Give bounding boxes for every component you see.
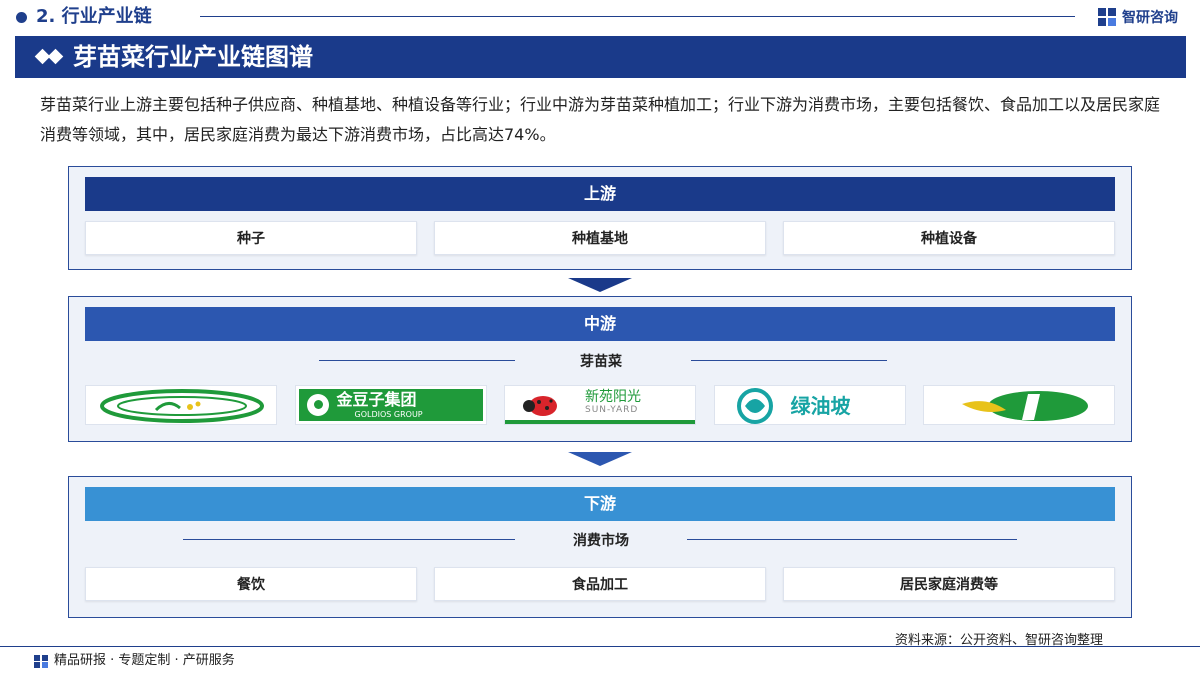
company-logos: 金豆子集团 GOLDIOS GROUP 新苑阳光 SUN-YARD 绿油坡: [85, 385, 1115, 425]
midstream-section: 中游 芽苗菜 金豆子集团 GOLDIOS GROUP 新苑阳光 SUN-YARD…: [68, 296, 1132, 442]
footer-divider: [0, 646, 1200, 647]
downstream-items: 餐饮 食品加工 居民家庭消费等: [85, 567, 1115, 601]
upstream-item: 种子: [85, 221, 417, 255]
upstream-title: 上游: [85, 177, 1115, 211]
section-title: 2. 行业产业链: [36, 6, 152, 27]
description-text: 芽苗菜行业上游主要包括种子供应商、种植基地、种植设备等行业；行业中游为芽苗菜种植…: [40, 95, 1161, 144]
diamond-icon: [34, 48, 65, 65]
subtitle-divider-left: [319, 360, 515, 361]
downstream-item: 居民家庭消费等: [783, 567, 1115, 601]
goldios-subtext: GOLDIOS GROUP: [354, 410, 423, 419]
down-arrow-icon: [568, 278, 632, 292]
brand-name: 智研咨询: [1122, 10, 1178, 26]
header-divider: [200, 16, 1075, 17]
goldios-name: 金豆子集团: [336, 390, 417, 409]
footer-text: 精品研报 · 专题定制 · 产研服务: [54, 653, 235, 668]
subtitle-divider-right: [687, 539, 1017, 540]
sun-yard-subtext: SUN-YARD: [585, 405, 639, 415]
sun-yard-logo: 新苑阳光 SUN-YARD: [504, 385, 696, 425]
top-header: 2. 行业产业链 智研咨询: [0, 0, 1200, 34]
upstream-items: 种子 种植基地 种植设备: [85, 221, 1115, 255]
downstream-section: 下游 消费市场 餐饮 食品加工 居民家庭消费等: [68, 476, 1132, 618]
footer-tagline: 精品研报 · 专题定制 · 产研服务: [34, 652, 235, 670]
brand-logo: 智研咨询: [1098, 6, 1178, 28]
source-note: 资料来源：公开资料、智研咨询整理: [895, 633, 1104, 648]
downstream-item: 食品加工: [434, 567, 766, 601]
downstream-item: 餐饮: [85, 567, 417, 601]
midstream-title: 中游: [85, 307, 1115, 341]
green-oval-logo: [85, 385, 277, 425]
subtitle-divider-right: [691, 360, 887, 361]
midstream-subtitle: 芽苗菜: [580, 354, 622, 370]
page-title: 芽苗菜行业产业链图谱: [73, 43, 313, 71]
subtitle-divider-left: [183, 539, 515, 540]
down-arrow-icon: [568, 452, 632, 466]
upstream-section: 上游 种子 种植基地 种植设备: [68, 166, 1132, 270]
downstream-subtitle: 消费市场: [573, 533, 629, 549]
bullet-dot-icon: [16, 12, 27, 23]
brand-mark-icon: [1098, 8, 1118, 26]
brand-mark-icon: [34, 654, 48, 668]
title-banner: 芽苗菜行业产业链图谱: [15, 36, 1186, 78]
upstream-item: 种植设备: [783, 221, 1115, 255]
green-leaf-logo: [923, 385, 1115, 425]
downstream-title: 下游: [85, 487, 1115, 521]
sun-yard-name: 新苑阳光: [585, 389, 641, 405]
lvyoupo-logo: 绿油坡: [713, 385, 906, 425]
lvyoupo-name: 绿油坡: [790, 394, 851, 418]
upstream-item: 种植基地: [434, 221, 766, 255]
goldios-logo: 金豆子集团 GOLDIOS GROUP: [294, 385, 487, 425]
